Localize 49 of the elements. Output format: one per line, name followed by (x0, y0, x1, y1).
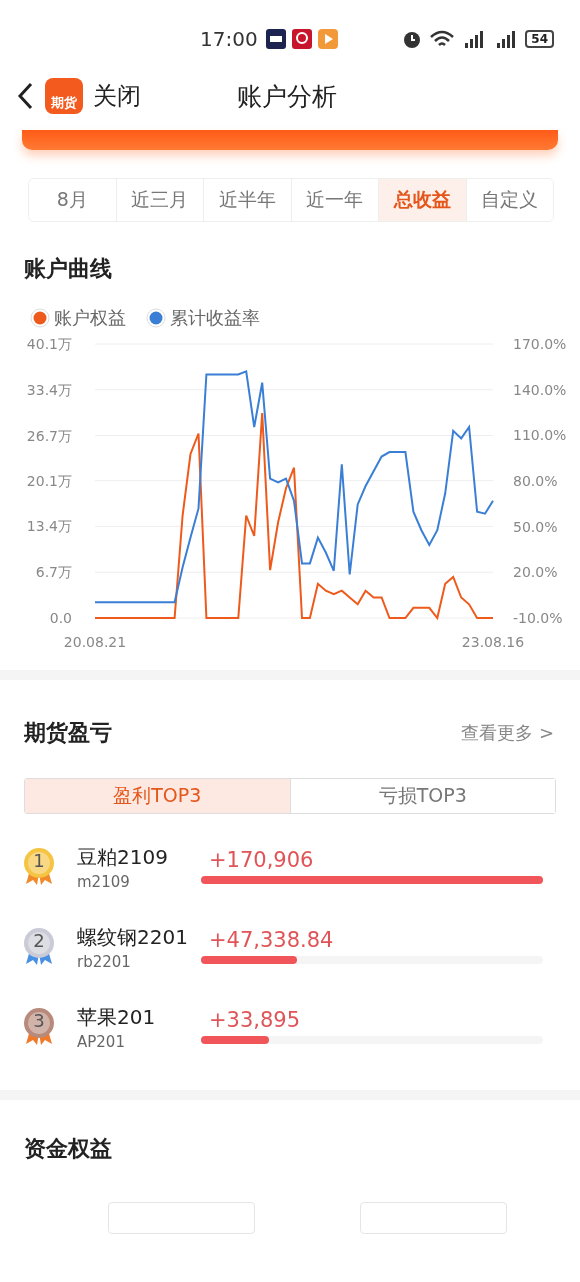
ranking-tab[interactable]: 盈利TOP3 (25, 779, 290, 813)
axis-label: 20.1万 (26, 472, 72, 489)
app-notification-icon (265, 29, 286, 49)
clock-time: 17:00 (200, 27, 258, 51)
axis-label: 170.0% (513, 336, 567, 352)
axis-label: 140.0% (513, 381, 567, 398)
axis-label: 50.0% (513, 518, 558, 535)
profit-value: +33,895 (208, 1008, 302, 1032)
profit-value: +47,338.84 (208, 928, 335, 952)
contract-code: m2109 (77, 873, 131, 891)
axis-label: 26.7万 (26, 427, 72, 444)
medal-icon (22, 1006, 56, 1046)
legend-label: 累计收益率 (170, 306, 260, 330)
rank-number: 3 (33, 1011, 45, 1031)
legend-label: 账户权益 (54, 306, 126, 330)
axis-label: 33.4万 (26, 381, 72, 398)
contract-code: AP201 (77, 1033, 126, 1051)
axis-label: 23.08.16 (461, 634, 525, 650)
contract-name: 螺纹钢2201 (77, 924, 189, 951)
axis-label: 6.7万 (35, 564, 72, 581)
axis-label: 13.4万 (26, 518, 72, 535)
play-icon (317, 29, 338, 49)
profit-value: +170,906 (208, 848, 315, 872)
medal-icon (22, 846, 56, 886)
section-title: 账户曲线 (24, 255, 113, 283)
rank-number: 2 (33, 931, 45, 951)
medal-icon (22, 926, 56, 966)
section-title: 资金权益 (24, 1135, 113, 1163)
ranking-tab[interactable]: 亏损TOP3 (289, 779, 555, 813)
axis-label: 40.1万 (26, 336, 72, 352)
axis-label: 20.0% (513, 564, 558, 581)
section-title: 期货盈亏 (24, 719, 112, 747)
period-tab[interactable]: 8月 (29, 179, 117, 221)
rank-number: 1 (33, 851, 45, 871)
more-link[interactable]: 查看更多 > (461, 721, 554, 745)
app-notification-icon (291, 29, 312, 49)
battery-level: 54 (525, 30, 554, 48)
close-button[interactable]: 关闭 (93, 80, 141, 112)
axis-label: 20.08.21 (63, 634, 127, 650)
axis-label: 110.0% (513, 427, 567, 444)
axis-label: 0.0 (49, 610, 72, 626)
contract-name: 苹果201 (77, 1004, 157, 1031)
app-icon: 期货 (45, 78, 83, 114)
axis-label: -10.0% (513, 610, 563, 626)
contract-name: 豆粕2109 (77, 844, 169, 871)
period-tab[interactable]: 总收益 (379, 179, 467, 221)
contract-code: rb2201 (77, 953, 132, 971)
page-title: 账户分析 (237, 80, 337, 113)
axis-label: 80.0% (513, 473, 558, 489)
